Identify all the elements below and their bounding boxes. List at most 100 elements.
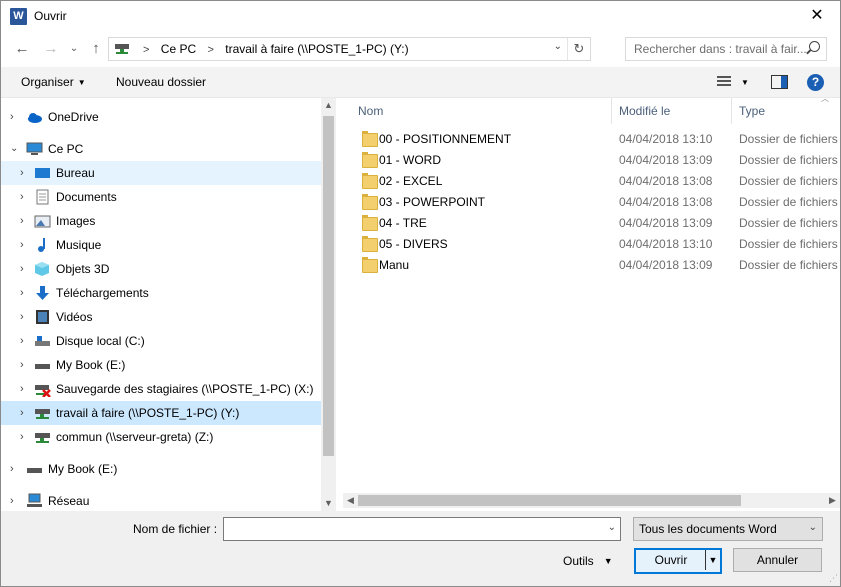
column-header-modified[interactable]: Modifié le bbox=[619, 104, 670, 118]
chevron-right-icon[interactable]: › bbox=[20, 185, 24, 209]
open-label: Ouvrir bbox=[654, 553, 688, 567]
chevron-right-icon[interactable]: › bbox=[20, 305, 24, 329]
search-box[interactable]: Rechercher dans : travail à fair... bbox=[625, 37, 827, 61]
sidebar-item-my-book[interactable]: › My Book (E:) bbox=[1, 353, 321, 377]
sidebar-item-bureau[interactable]: › Bureau bbox=[1, 161, 321, 185]
sidebar-item-documents[interactable]: › Documents bbox=[1, 185, 321, 209]
sidebar-item-reseau[interactable]: › Réseau bbox=[1, 489, 321, 511]
video-icon bbox=[36, 310, 49, 324]
sidebar-item-images[interactable]: › Images bbox=[1, 209, 321, 233]
file-row[interactable]: 05 - DIVERS 04/04/2018 13:10 Dossier de … bbox=[356, 234, 840, 255]
sidebar-item-label: commun (\\serveur-greta) (Z:) bbox=[56, 430, 214, 444]
column-header-name[interactable]: Nom bbox=[358, 104, 383, 118]
sidebar-item-label: My Book (E:) bbox=[56, 358, 126, 372]
file-type-value: Tous les documents Word bbox=[639, 522, 777, 536]
cloud-icon bbox=[28, 113, 42, 123]
sidebar-item-onedrive[interactable]: › OneDrive bbox=[1, 105, 321, 129]
scrollbar-thumb[interactable] bbox=[323, 116, 334, 456]
open-button[interactable]: Ouvrir ▼ bbox=[634, 548, 722, 574]
sidebar-item-videos[interactable]: › Vidéos bbox=[1, 305, 321, 329]
view-options-icon[interactable] bbox=[717, 76, 731, 87]
new-folder-button[interactable]: Nouveau dossier bbox=[116, 75, 206, 89]
chevron-right-icon[interactable]: › bbox=[20, 161, 24, 185]
chevron-right-icon[interactable]: › bbox=[20, 257, 24, 281]
view-dropdown-icon[interactable]: ▼ bbox=[741, 78, 749, 87]
chevron-right-icon[interactable]: › bbox=[20, 401, 24, 425]
navigation-scrollbar[interactable]: ▲ ▼ bbox=[321, 98, 336, 511]
chevron-right-icon[interactable]: › bbox=[20, 377, 24, 401]
sidebar-item-ce-pc[interactable]: ⌄ Ce PC bbox=[1, 137, 321, 161]
file-row[interactable]: 02 - EXCEL 04/04/2018 13:08 Dossier de f… bbox=[356, 171, 840, 192]
sidebar-item-label: Musique bbox=[56, 238, 102, 252]
breadcrumb-separator: > bbox=[143, 44, 150, 56]
breadcrumb-ce-pc[interactable]: Ce PC bbox=[161, 42, 196, 56]
sidebar-item-my-book-root[interactable]: › My Book (E:) bbox=[1, 457, 321, 481]
sidebar-item-telechargements[interactable]: › Téléchargements bbox=[1, 281, 321, 305]
file-name: 05 - DIVERS bbox=[379, 237, 448, 251]
cancel-button[interactable]: Annuler bbox=[733, 548, 822, 572]
column-header-type[interactable]: Type bbox=[739, 104, 765, 118]
chevron-right-icon[interactable]: › bbox=[20, 281, 24, 305]
organize-menu-button[interactable]: Organiser ▼ bbox=[21, 75, 86, 89]
sidebar-item-sauvegarde[interactable]: › Sauvegarde des stagiaires (\\POSTE_1-P… bbox=[1, 377, 321, 401]
command-bar: Organiser ▼ Nouveau dossier ▼ ? bbox=[1, 67, 840, 98]
breadcrumb-current-folder[interactable]: travail à faire (\\POSTE_1-PC) (Y:) bbox=[225, 42, 408, 56]
chevron-right-icon[interactable]: › bbox=[20, 329, 24, 353]
scroll-left-icon[interactable]: ◀ bbox=[343, 493, 358, 508]
network-drive-disconnected-icon bbox=[35, 385, 51, 397]
resize-grip-icon[interactable]: ⋰ bbox=[829, 573, 838, 584]
chevron-right-icon[interactable]: › bbox=[20, 209, 24, 233]
sidebar-item-objets-3d[interactable]: › Objets 3D bbox=[1, 257, 321, 281]
scroll-down-icon[interactable]: ▼ bbox=[321, 496, 336, 511]
chevron-down-icon[interactable]: ⌄ bbox=[10, 137, 18, 161]
file-row[interactable]: 03 - POWERPOINT 04/04/2018 13:08 Dossier… bbox=[356, 192, 840, 213]
sidebar-item-label: Disque local (C:) bbox=[56, 334, 145, 348]
desktop-icon bbox=[35, 168, 50, 178]
tools-menu-button[interactable]: Outils ▼ bbox=[563, 554, 613, 568]
refresh-button[interactable]: ↻ bbox=[567, 38, 590, 60]
chevron-right-icon[interactable]: › bbox=[10, 457, 14, 481]
column-divider[interactable] bbox=[731, 98, 732, 124]
file-type: Dossier de fichiers bbox=[739, 237, 838, 251]
dialog-title: Ouvrir bbox=[34, 9, 67, 23]
close-button[interactable]: ✕ bbox=[794, 1, 840, 32]
up-button[interactable]: ↑ bbox=[85, 38, 107, 60]
help-icon[interactable]: ? bbox=[807, 74, 824, 91]
sidebar-item-label: Images bbox=[56, 214, 96, 228]
file-row[interactable]: Manu 04/04/2018 13:09 Dossier de fichier… bbox=[356, 255, 840, 276]
scroll-right-icon[interactable]: ▶ bbox=[825, 493, 840, 508]
recent-locations-dropdown[interactable]: ⌄ bbox=[63, 38, 85, 60]
filename-label: Nom de fichier : bbox=[133, 522, 218, 536]
file-type: Dossier de fichiers bbox=[739, 174, 838, 188]
file-list-horizontal-scrollbar[interactable]: ◀ ▶ bbox=[343, 493, 840, 508]
sidebar-item-disque-local[interactable]: › Disque local (C:) bbox=[1, 329, 321, 353]
preview-pane-icon[interactable] bbox=[771, 75, 788, 89]
network-drive-icon bbox=[35, 409, 50, 419]
chevron-right-icon[interactable]: › bbox=[20, 425, 24, 449]
chevron-right-icon[interactable]: › bbox=[20, 353, 24, 377]
folder-icon bbox=[362, 152, 378, 168]
open-options-dropdown[interactable]: ▼ bbox=[705, 550, 720, 570]
address-bar[interactable]: > Ce PC > travail à faire (\\POSTE_1-PC)… bbox=[108, 37, 591, 61]
file-row[interactable]: 01 - WORD 04/04/2018 13:09 Dossier de fi… bbox=[356, 150, 840, 171]
column-divider[interactable] bbox=[611, 98, 612, 124]
chevron-right-icon[interactable]: › bbox=[20, 233, 24, 257]
file-type-select[interactable]: Tous les documents Word ⌄ bbox=[633, 517, 823, 541]
drive-icon bbox=[35, 364, 50, 369]
chevron-right-icon[interactable]: › bbox=[10, 105, 14, 129]
file-row[interactable]: 00 - POSITIONNEMENT 04/04/2018 13:10 Dos… bbox=[356, 129, 840, 150]
address-dropdown-icon[interactable]: ⌄ bbox=[554, 41, 562, 52]
chevron-right-icon[interactable]: › bbox=[10, 489, 14, 511]
chevron-down-icon[interactable]: ⌄ bbox=[608, 522, 616, 533]
sidebar-item-musique[interactable]: › Musique bbox=[1, 233, 321, 257]
file-type: Dossier de fichiers bbox=[739, 153, 838, 167]
sidebar-item-travail-a-faire[interactable]: › travail à faire (\\POSTE_1-PC) (Y:) bbox=[1, 401, 321, 425]
back-button[interactable]: ← bbox=[11, 38, 33, 60]
forward-button[interactable]: → bbox=[40, 38, 62, 60]
sidebar-item-commun[interactable]: › commun (\\serveur-greta) (Z:) bbox=[1, 425, 321, 449]
scroll-up-icon[interactable]: ▲ bbox=[321, 98, 336, 113]
file-row[interactable]: 04 - TRE 04/04/2018 13:09 Dossier de fic… bbox=[356, 213, 840, 234]
filename-input[interactable]: ⌄ bbox=[223, 517, 621, 541]
folder-icon bbox=[362, 131, 378, 147]
scrollbar-thumb[interactable] bbox=[358, 495, 741, 506]
